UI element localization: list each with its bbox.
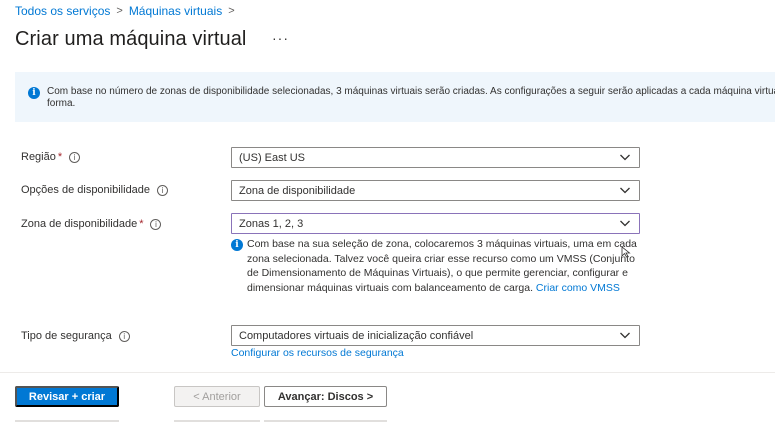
- zone-info-line: Com base na sua seleção de zona, colocar…: [247, 238, 637, 250]
- zone-info-message: i Com base na sua seleção de zona, coloc…: [231, 237, 651, 295]
- region-dropdown-value: (US) East US: [239, 151, 306, 164]
- chevron-down-icon: [620, 332, 630, 339]
- configure-security-link[interactable]: Configurar os recursos de segurança: [231, 347, 404, 359]
- availability-options-dropdown[interactable]: Zona de disponibilidade: [231, 180, 640, 201]
- page-title: Criar uma máquina virtual: [15, 28, 247, 50]
- zone-info-text: Com base na sua seleção de zona, colocar…: [247, 237, 637, 295]
- security-type-dropdown[interactable]: Computadores virtuais de inicialização c…: [231, 325, 640, 346]
- help-info-icon[interactable]: i: [118, 330, 130, 342]
- security-type-value: Computadores virtuais de inicialização c…: [239, 329, 474, 342]
- next-disks-button[interactable]: Avançar: Discos >: [264, 386, 387, 407]
- required-marker: *: [57, 151, 63, 163]
- region-dropdown[interactable]: (US) East US: [231, 147, 640, 168]
- chevron-down-icon: [620, 154, 630, 161]
- info-icon: i: [28, 87, 40, 99]
- help-info-icon[interactable]: i: [150, 218, 162, 230]
- previous-button[interactable]: < Anterior: [174, 386, 260, 407]
- breadcrumb-item-all-services[interactable]: Todos os serviços: [15, 4, 110, 18]
- region-label: Região * i: [21, 151, 81, 163]
- footer-divider: [0, 372, 775, 373]
- breadcrumb: Todos os serviços > Máquinas virtuais >: [15, 4, 241, 18]
- security-type-label: Tipo de segurança i: [21, 330, 130, 342]
- info-banner: i Com base no número de zonas de disponi…: [15, 72, 775, 122]
- availability-options-label: Opções de disponibilidade i: [21, 184, 169, 196]
- security-type-label-text: Tipo de segurança: [21, 330, 112, 342]
- mouse-cursor-icon: [621, 246, 631, 258]
- help-info-icon[interactable]: i: [69, 151, 81, 163]
- help-info-icon[interactable]: i: [157, 184, 169, 196]
- zone-info-line: de Dimensionamento de Máquinas Virtuais)…: [247, 267, 628, 280]
- chevron-down-icon: [620, 187, 630, 194]
- breadcrumb-item-virtual-machines[interactable]: Máquinas virtuais: [129, 4, 222, 18]
- bottom-edge-segment: [174, 420, 260, 422]
- availability-zone-label-text: Zona de disponibilidade: [21, 218, 138, 230]
- breadcrumb-separator: >: [228, 5, 235, 17]
- info-icon: i: [231, 239, 243, 251]
- more-options-button[interactable]: ···: [272, 30, 289, 46]
- availability-options-value: Zona de disponibilidade: [239, 184, 356, 197]
- info-banner-line: forma.: [47, 98, 76, 109]
- info-banner-line: Com base no número de zonas de disponibi…: [47, 86, 775, 97]
- region-label-text: Região: [21, 151, 56, 163]
- review-create-button[interactable]: Revisar + criar: [15, 386, 119, 407]
- zone-info-line: zona selecionada. Talvez você queira cri…: [247, 252, 635, 265]
- required-marker: *: [139, 218, 144, 230]
- zone-info-line: dimensionar máquinas virtuais com balanc…: [247, 281, 637, 296]
- bottom-edge-segment: [15, 420, 119, 422]
- availability-zone-label: Zona de disponibilidade * i: [21, 218, 162, 230]
- breadcrumb-separator: >: [116, 5, 123, 17]
- info-banner-text: Com base no número de zonas de disponibi…: [47, 86, 775, 122]
- bottom-edge: [0, 420, 775, 431]
- availability-options-label-text: Opções de disponibilidade: [21, 184, 151, 196]
- availability-zone-value: Zonas 1, 2, 3: [239, 217, 304, 230]
- create-as-vmss-link[interactable]: Criar como VMSS: [536, 282, 620, 294]
- zone-info-line-text: dimensionar máquinas virtuais com balanc…: [247, 281, 533, 294]
- chevron-down-icon: [620, 220, 630, 227]
- availability-zone-dropdown[interactable]: Zonas 1, 2, 3: [231, 213, 640, 234]
- bottom-edge-segment: [264, 420, 387, 422]
